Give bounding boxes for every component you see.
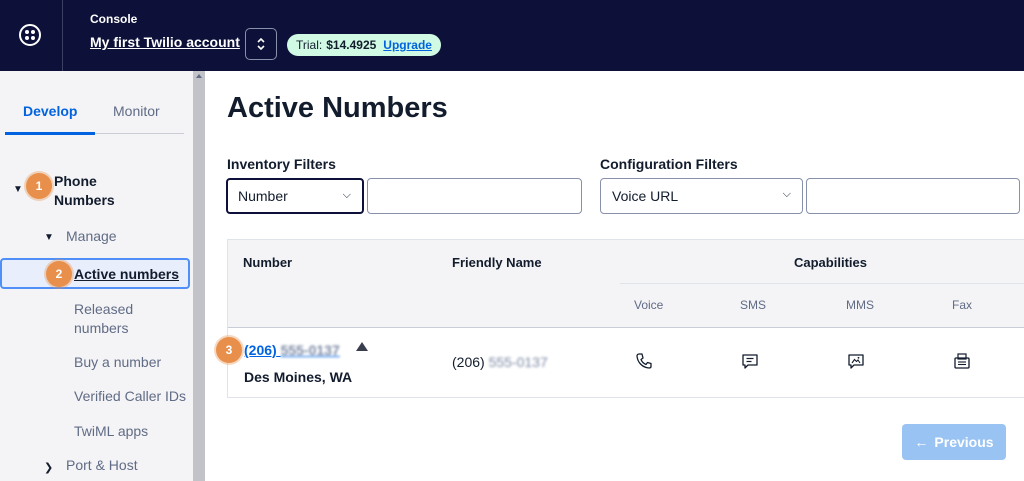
arrow-left-icon: ← bbox=[914, 434, 929, 450]
active-tab-indicator bbox=[5, 132, 95, 135]
column-header-voice: Voice bbox=[634, 298, 664, 312]
sidebar-item-released-numbers[interactable]: Released numbers bbox=[74, 300, 184, 338]
mms-icon bbox=[848, 354, 864, 369]
page-title: Active Numbers bbox=[227, 92, 448, 124]
column-header-friendly-name[interactable]: Friendly Name bbox=[452, 255, 542, 270]
configuration-filter-select[interactable]: Voice URL ⌵ bbox=[600, 178, 803, 214]
capabilities-divider bbox=[620, 283, 1024, 284]
column-header-number[interactable]: Number bbox=[243, 255, 292, 270]
sidebar-item-verified-caller-ids[interactable]: Verified Caller IDs bbox=[74, 388, 186, 404]
chevron-down-icon: ⌵ bbox=[342, 189, 351, 201]
chevron-right-icon[interactable]: ❯ bbox=[44, 461, 53, 474]
console-label: Console bbox=[90, 12, 138, 26]
chevron-down-icon: ⌵ bbox=[782, 188, 791, 200]
phone-number-prefix: (206) bbox=[244, 342, 277, 358]
sidebar-scrollbar[interactable] bbox=[193, 71, 205, 481]
sms-icon bbox=[742, 354, 758, 369]
numbers-table: Number Friendly Name Capabilities Voice … bbox=[227, 239, 1024, 398]
tab-monitor[interactable]: Monitor bbox=[113, 103, 160, 119]
sidebar-item-port-host[interactable]: Port & Host bbox=[66, 457, 138, 473]
column-header-mms: MMS bbox=[846, 298, 874, 312]
tab-develop[interactable]: Develop bbox=[23, 103, 77, 119]
trial-label: Trial: bbox=[296, 38, 323, 52]
chevron-up-down-icon bbox=[257, 37, 265, 51]
scroll-up-arrow-icon[interactable] bbox=[196, 74, 202, 78]
friendly-name-redacted: 555-0137 bbox=[488, 354, 548, 370]
column-header-capabilities: Capabilities bbox=[794, 255, 867, 270]
account-name-link[interactable]: My first Twilio account bbox=[90, 34, 240, 50]
trial-balance-badge: Trial: $14.4925 Upgrade bbox=[287, 34, 441, 56]
step-badge-2: 2 bbox=[46, 261, 72, 287]
configuration-filter-input[interactable] bbox=[806, 178, 1020, 214]
number-location: Des Moines, WA bbox=[244, 369, 353, 385]
topbar-divider bbox=[62, 0, 63, 71]
previous-page-button[interactable]: ← Previous bbox=[902, 424, 1006, 460]
top-bar: Console My first Twilio account Trial: $… bbox=[0, 0, 1024, 71]
sidebar-item-twiml-apps[interactable]: TwiML apps bbox=[74, 423, 148, 439]
column-header-sms: SMS bbox=[740, 298, 767, 312]
sidebar-item-phone-numbers[interactable]: Phone Numbers bbox=[54, 172, 144, 210]
sidebar-item-buy-a-number[interactable]: Buy a number bbox=[74, 354, 161, 370]
column-header-fax: Fax bbox=[952, 298, 973, 312]
triangle-up-icon bbox=[356, 342, 368, 351]
phone-number-redacted: 555-0137 bbox=[280, 342, 340, 358]
friendly-name-prefix: (206) bbox=[452, 354, 485, 370]
table-header: Number Friendly Name Capabilities Voice … bbox=[228, 240, 1024, 328]
fax-icon bbox=[954, 353, 970, 369]
sidebar-item-active-numbers[interactable]: Active numbers bbox=[74, 266, 179, 282]
chevron-down-icon[interactable]: ▼ bbox=[13, 184, 23, 195]
inventory-filter-value: Number bbox=[238, 188, 288, 204]
inventory-filters-label: Inventory Filters bbox=[227, 156, 336, 172]
friendly-name: (206) 555-0137 bbox=[452, 354, 548, 370]
phone-icon bbox=[636, 353, 652, 369]
twilio-logo-icon[interactable] bbox=[19, 24, 41, 46]
inventory-filter-select[interactable]: Number ⌵ bbox=[226, 178, 364, 214]
configuration-filters-label: Configuration Filters bbox=[600, 156, 738, 172]
inventory-filter-input[interactable] bbox=[367, 178, 582, 214]
trial-balance: $14.4925 bbox=[326, 38, 377, 52]
step-badge-3: 3 bbox=[216, 337, 242, 363]
configuration-filter-value: Voice URL bbox=[612, 188, 679, 204]
phone-number-link[interactable]: (206) 555-0137 bbox=[244, 342, 340, 358]
chevron-down-icon[interactable]: ▼ bbox=[44, 232, 54, 243]
previous-button-label: Previous bbox=[934, 434, 994, 450]
step-badge-1: 1 bbox=[26, 173, 52, 199]
sidebar-item-manage[interactable]: Manage bbox=[66, 228, 117, 244]
upgrade-link[interactable]: Upgrade bbox=[383, 38, 432, 52]
account-switcher-button[interactable] bbox=[245, 28, 277, 60]
sidebar-tabs: Develop Monitor bbox=[5, 90, 184, 135]
